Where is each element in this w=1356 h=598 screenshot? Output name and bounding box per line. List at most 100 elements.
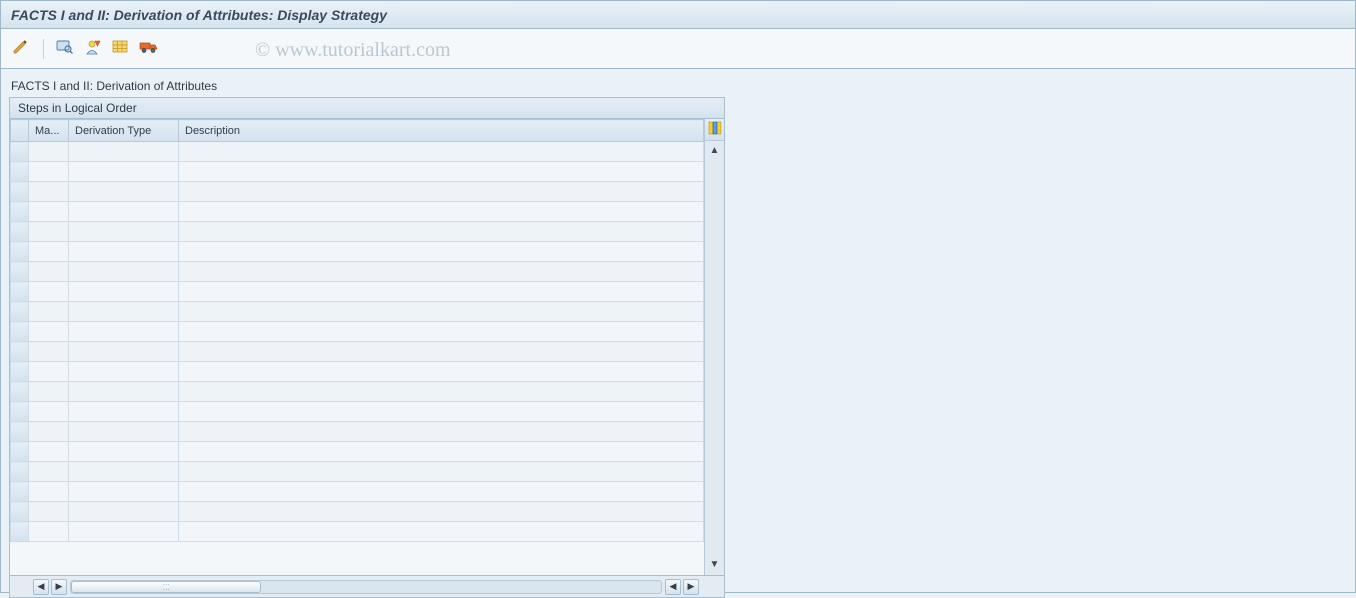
row-selector[interactable] xyxy=(11,482,29,502)
cell-desc[interactable] xyxy=(179,322,704,342)
table-row[interactable] xyxy=(11,242,704,262)
cell-type[interactable] xyxy=(69,202,179,222)
cell-maint[interactable] xyxy=(29,462,69,482)
cell-maint[interactable] xyxy=(29,442,69,462)
cell-desc[interactable] xyxy=(179,262,704,282)
cell-type[interactable] xyxy=(69,242,179,262)
cell-maint[interactable] xyxy=(29,202,69,222)
cell-type[interactable] xyxy=(69,402,179,422)
change-display-button[interactable] xyxy=(11,38,33,60)
table-row[interactable] xyxy=(11,222,704,242)
table-row[interactable] xyxy=(11,262,704,282)
table-row[interactable] xyxy=(11,362,704,382)
row-selector[interactable] xyxy=(11,522,29,542)
cell-desc[interactable] xyxy=(179,502,704,522)
table-row[interactable] xyxy=(11,442,704,462)
cell-type[interactable] xyxy=(69,422,179,442)
row-selector[interactable] xyxy=(11,222,29,242)
cell-desc[interactable] xyxy=(179,162,704,182)
cell-maint[interactable] xyxy=(29,302,69,322)
table-row[interactable] xyxy=(11,462,704,482)
cell-maint[interactable] xyxy=(29,142,69,162)
table-row[interactable] xyxy=(11,402,704,422)
detail-button[interactable] xyxy=(54,38,76,60)
table-row[interactable] xyxy=(11,162,704,182)
table-row[interactable] xyxy=(11,322,704,342)
cell-maint[interactable] xyxy=(29,242,69,262)
scroll-right-button[interactable]: ▶ xyxy=(683,579,699,595)
cell-desc[interactable] xyxy=(179,182,704,202)
table-row[interactable] xyxy=(11,282,704,302)
source-fields-button[interactable] xyxy=(82,38,104,60)
target-fields-button[interactable] xyxy=(110,38,132,60)
cell-maint[interactable] xyxy=(29,182,69,202)
row-selector[interactable] xyxy=(11,362,29,382)
cell-type[interactable] xyxy=(69,262,179,282)
row-selector[interactable] xyxy=(11,462,29,482)
cell-maint[interactable] xyxy=(29,382,69,402)
transport-button[interactable] xyxy=(138,38,160,60)
table-row[interactable] xyxy=(11,142,704,162)
cell-type[interactable] xyxy=(69,362,179,382)
row-selector[interactable] xyxy=(11,262,29,282)
row-selector[interactable] xyxy=(11,282,29,302)
cell-maint[interactable] xyxy=(29,362,69,382)
cell-type[interactable] xyxy=(69,482,179,502)
cell-desc[interactable] xyxy=(179,282,704,302)
cell-desc[interactable] xyxy=(179,362,704,382)
col-maint-header[interactable]: Ma... xyxy=(29,120,69,142)
cell-desc[interactable] xyxy=(179,482,704,502)
cell-maint[interactable] xyxy=(29,502,69,522)
cell-desc[interactable] xyxy=(179,242,704,262)
scroll-left-step2-button[interactable]: ◀ xyxy=(665,579,681,595)
table-row[interactable] xyxy=(11,342,704,362)
row-selector[interactable] xyxy=(11,142,29,162)
cell-maint[interactable] xyxy=(29,322,69,342)
hscroll-thumb[interactable] xyxy=(71,581,261,593)
cell-desc[interactable] xyxy=(179,522,704,542)
cell-maint[interactable] xyxy=(29,422,69,442)
cell-type[interactable] xyxy=(69,442,179,462)
vertical-scrollbar[interactable]: ▲ ▼ xyxy=(705,141,724,575)
table-row[interactable] xyxy=(11,502,704,522)
cell-type[interactable] xyxy=(69,222,179,242)
row-selector[interactable] xyxy=(11,302,29,322)
scroll-right-step-button[interactable]: ▶ xyxy=(51,579,67,595)
cell-type[interactable] xyxy=(69,302,179,322)
cell-type[interactable] xyxy=(69,142,179,162)
cell-type[interactable] xyxy=(69,162,179,182)
table-row[interactable] xyxy=(11,302,704,322)
row-selector[interactable] xyxy=(11,182,29,202)
horizontal-scrollbar[interactable]: ◀ ▶ ◀ ▶ xyxy=(14,578,700,596)
row-selector[interactable] xyxy=(11,402,29,422)
cell-desc[interactable] xyxy=(179,402,704,422)
cell-desc[interactable] xyxy=(179,222,704,242)
table-row[interactable] xyxy=(11,182,704,202)
cell-maint[interactable] xyxy=(29,262,69,282)
cell-maint[interactable] xyxy=(29,522,69,542)
row-selector[interactable] xyxy=(11,162,29,182)
scroll-down-icon[interactable]: ▼ xyxy=(710,558,720,572)
scroll-up-icon[interactable]: ▲ xyxy=(710,144,720,158)
cell-maint[interactable] xyxy=(29,402,69,422)
cell-desc[interactable] xyxy=(179,462,704,482)
table-row[interactable] xyxy=(11,482,704,502)
cell-maint[interactable] xyxy=(29,222,69,242)
row-selector[interactable] xyxy=(11,422,29,442)
col-desc-header[interactable]: Description xyxy=(179,120,704,142)
cell-type[interactable] xyxy=(69,282,179,302)
cell-maint[interactable] xyxy=(29,342,69,362)
cell-type[interactable] xyxy=(69,182,179,202)
cell-desc[interactable] xyxy=(179,342,704,362)
cell-desc[interactable] xyxy=(179,442,704,462)
cell-type[interactable] xyxy=(69,522,179,542)
table-row[interactable] xyxy=(11,522,704,542)
cell-maint[interactable] xyxy=(29,482,69,502)
row-selector[interactable] xyxy=(11,342,29,362)
cell-type[interactable] xyxy=(69,382,179,402)
cell-type[interactable] xyxy=(69,502,179,522)
cell-desc[interactable] xyxy=(179,422,704,442)
hscroll-track[interactable] xyxy=(70,580,662,594)
table-row[interactable] xyxy=(11,422,704,442)
row-selector-header[interactable] xyxy=(11,120,29,142)
